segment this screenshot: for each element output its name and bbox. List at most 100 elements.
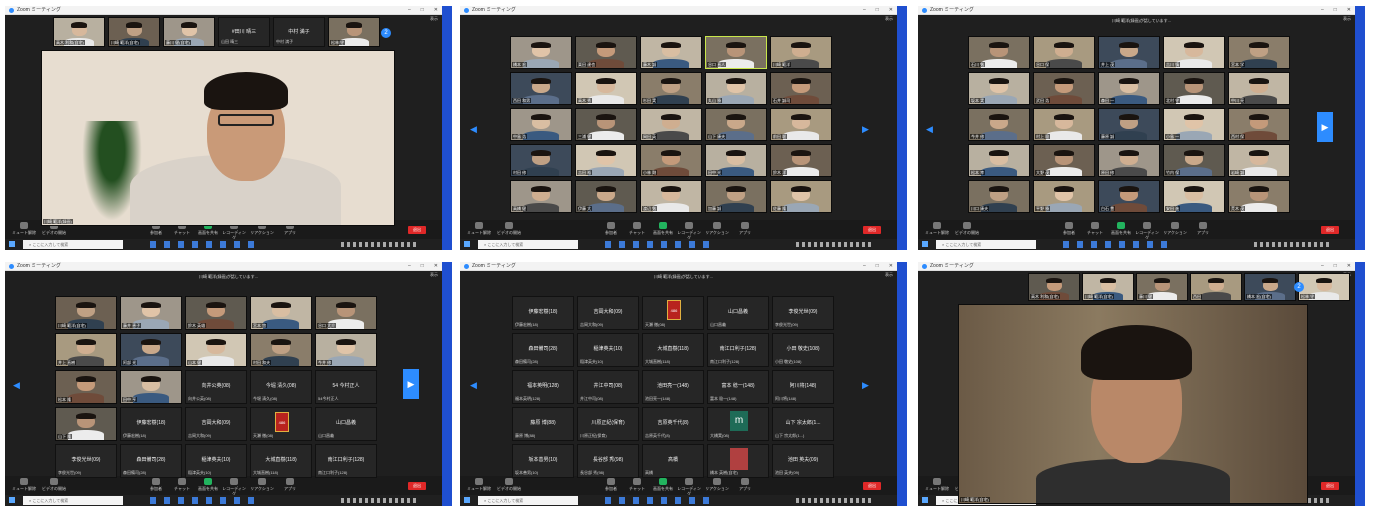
gallery-video-tile[interactable]: 三浦 健 xyxy=(575,108,637,141)
gallery-video-tile[interactable]: 松本 隆 xyxy=(55,370,117,404)
gallery-name-tile[interactable]: 井江中司(08) 井江中司(08) xyxy=(577,370,639,404)
gallery-name-tile[interactable]: 山下 宗太郎(1... 山下 宗太郎(1...) xyxy=(772,407,834,441)
chat-button[interactable]: チャット xyxy=(624,478,650,493)
gallery-video-tile[interactable]: 伊藤 大 xyxy=(575,180,637,213)
taskbar-pinned-apps[interactable] xyxy=(150,241,260,248)
gallery-video-tile[interactable]: 田中 亨 xyxy=(120,370,182,404)
gallery-video-tile[interactable]: 石井 誠司 xyxy=(770,72,832,105)
chat-button[interactable]: チャット xyxy=(624,222,650,237)
gallery-video-tile[interactable]: 白石 豊 xyxy=(1098,180,1160,213)
start-video-button[interactable]: ビデオの開始 xyxy=(496,478,522,493)
record-button[interactable]: レコーディング xyxy=(676,478,702,496)
gallery-name-tile[interactable]: 藤原 博(88) 藤原 博(88) xyxy=(512,407,574,441)
gallery-video-tile[interactable]: 吉川 慎 xyxy=(1163,36,1225,69)
gallery-video-tile[interactable]: 荒木 茂 xyxy=(1228,180,1290,213)
gallery-video-tile[interactable]: 宮本 学 xyxy=(1228,36,1290,69)
gallery-video-tile[interactable]: 谷口 大介 xyxy=(315,296,377,330)
gallery-video-tile[interactable]: 小林 剛 xyxy=(640,144,702,177)
chat-button[interactable]: チャット xyxy=(1082,222,1108,237)
gallery-video-tile[interactable]: 岩崎 誠 xyxy=(1228,144,1290,177)
gallery-video-tile[interactable]: 田中 光 xyxy=(705,144,767,177)
gallery-video-tile[interactable]: 宮本 悠 xyxy=(250,296,312,330)
record-button[interactable]: レコーディング xyxy=(1134,222,1160,240)
gallery-video-tile[interactable]: 川崎 範洋(自宅) xyxy=(55,296,117,330)
gallery-video-tile[interactable]: 中川 亮 xyxy=(1228,72,1290,105)
taskbar-pinned-apps[interactable] xyxy=(605,241,715,248)
gallery-video-tile[interactable]: 佐藤 隆 xyxy=(770,180,832,213)
gallery-video-tile[interactable]: 武田 浩 xyxy=(1033,72,1095,105)
gallery-video-tile[interactable]: 丸山 勝 xyxy=(705,72,767,105)
gallery-video-tile[interactable]: 高橋 健 xyxy=(510,180,572,213)
windows-start-icon[interactable] xyxy=(922,241,928,247)
gallery-video-tile[interactable]: 渡辺 勉 xyxy=(640,180,702,213)
apps-button[interactable]: アプリ xyxy=(732,478,758,493)
gallery-video-tile[interactable]: 鈴木 洋 xyxy=(770,144,832,177)
leave-button[interactable]: 退出 xyxy=(1321,482,1339,490)
gallery-video-tile[interactable]: 橋本 宏 xyxy=(510,36,572,69)
gallery-video-tile[interactable]: 原田 修 xyxy=(1098,144,1160,177)
gallery-video-tile[interactable]: 坂本 実 xyxy=(968,72,1030,105)
mute-button[interactable]: ミュート解除 xyxy=(924,478,950,493)
gallery-name-tile[interactable]: 山口昌義 山口昌義 xyxy=(315,407,377,441)
gallery-video-tile[interactable]: 杉田 実 xyxy=(640,72,702,105)
gallery-name-tile[interactable]: 伊藤宏樹(18) 伊藤宏樹(18) xyxy=(512,296,574,330)
gallery-name-tile[interactable]: 今堀 清久(08) 今堀 清久(08) xyxy=(250,370,312,404)
page-indicator[interactable]: 2 xyxy=(381,28,391,38)
strip-name-tile[interactable]: 中村 満子 中村 満子 xyxy=(273,17,325,47)
record-button[interactable]: レコーディング xyxy=(676,222,702,240)
leave-button[interactable]: 退出 xyxy=(863,482,881,490)
strip-video-tile[interactable]: 高木 利和(自宅) xyxy=(1028,273,1080,301)
gallery-name-tile[interactable]: 486 天瀬 徹(08) xyxy=(642,296,704,330)
reactions-button[interactable]: リアクション xyxy=(249,478,275,493)
taskbar-search[interactable]: ⌕ ここに入力して検索 xyxy=(478,496,578,505)
gallery-video-tile[interactable]: 井上 直樹 xyxy=(55,333,117,367)
gallery-video-tile[interactable]: 鈴木 英雄 xyxy=(185,296,247,330)
gallery-name-tile[interactable]: 小田 敬史(108) 小田 敬史(108) xyxy=(772,333,834,367)
strip-video-tile[interactable]: 藤川 健 xyxy=(1136,273,1188,301)
next-page-button[interactable]: ▶ xyxy=(403,369,419,399)
participants-button[interactable]: 参加者 xyxy=(598,478,624,493)
gallery-video-tile[interactable]: 村上 稔 xyxy=(1033,108,1095,141)
gallery-video-tile[interactable]: 森田 一 xyxy=(1098,72,1160,105)
gallery-video-tile[interactable]: 谷口 直人 xyxy=(705,36,767,69)
gallery-video-tile[interactable]: 加藤 誠 xyxy=(705,180,767,213)
strip-video-tile[interactable]: 松林 守 xyxy=(1298,273,1350,301)
gallery-name-tile[interactable]: 稲津英夫(10) 稲津英夫(10) xyxy=(185,444,247,478)
reactions-button[interactable]: リアクション xyxy=(704,478,730,493)
leave-button[interactable]: 退出 xyxy=(1321,226,1339,234)
taskbar-pinned-apps[interactable] xyxy=(605,497,715,504)
gallery-name-tile[interactable]: 李俊光世(09) 李俊光世(09) xyxy=(772,296,834,330)
gallery-video-tile[interactable]: 山本 健 xyxy=(185,333,247,367)
gallery-video-tile[interactable]: 高木 秀 xyxy=(575,72,637,105)
gallery-video-tile[interactable]: 前田 聡 xyxy=(770,108,832,141)
participants-button[interactable]: 参加者 xyxy=(598,222,624,237)
strip-video-tile[interactable]: 高木 利和(自宅) xyxy=(53,17,105,47)
gallery-name-tile[interactable]: 吉岡大和(09) 吉岡大和(09) xyxy=(185,407,247,441)
leave-button[interactable]: 退出 xyxy=(408,482,426,490)
gallery-video-tile[interactable]: 竹内 保 xyxy=(1163,144,1225,177)
gallery-name-tile[interactable]: 池田 英夫(09) 池田 英夫(09) xyxy=(772,444,834,478)
share-screen-button[interactable]: 画面を共有 xyxy=(195,478,221,493)
gallery-name-tile[interactable]: 長谷部 秀(98) 長谷部 秀(98) xyxy=(577,444,639,478)
chat-button[interactable]: チャット xyxy=(169,478,195,493)
previous-page-arrow[interactable]: ◀ xyxy=(926,124,933,135)
gallery-video-tile[interactable]: 石川 勉 xyxy=(968,36,1030,69)
taskbar-search[interactable]: ⌕ ここに入力して検索 xyxy=(478,240,578,249)
view-button[interactable]: 表示 xyxy=(885,272,893,278)
strip-video-tile[interactable]: 橋本 宏(自宅) xyxy=(1244,273,1296,301)
mute-button[interactable]: ミュート解除 xyxy=(924,222,950,237)
gallery-name-tile[interactable]: 池田亮一(148) 池田亮一(148) xyxy=(642,370,704,404)
gallery-name-tile[interactable]: 伊藤宏樹(18) 伊藤宏樹(18) xyxy=(120,407,182,441)
reactions-button[interactable]: リアクション xyxy=(1162,222,1188,237)
gallery-name-tile[interactable]: 福本英明(128) 福本英明(128) xyxy=(512,370,574,404)
view-button[interactable]: 表示 xyxy=(885,16,893,22)
reactions-button[interactable]: リアクション xyxy=(704,222,730,237)
gallery-name-tile[interactable]: 稲津英夫(10) 稲津英夫(10) xyxy=(577,333,639,367)
gallery-name-tile[interactable]: 高橋 高橋 xyxy=(642,444,704,478)
leave-button[interactable]: 退出 xyxy=(863,226,881,234)
gallery-name-tile[interactable]: 486 天瀬 徹(08) xyxy=(250,407,312,441)
apps-button[interactable]: アプリ xyxy=(732,222,758,237)
windows-start-icon[interactable] xyxy=(464,497,470,503)
gallery-video-tile[interactable]: 北村 守 xyxy=(1163,72,1225,105)
gallery-video-tile[interactable]: 藤原 誠 xyxy=(1098,108,1160,141)
